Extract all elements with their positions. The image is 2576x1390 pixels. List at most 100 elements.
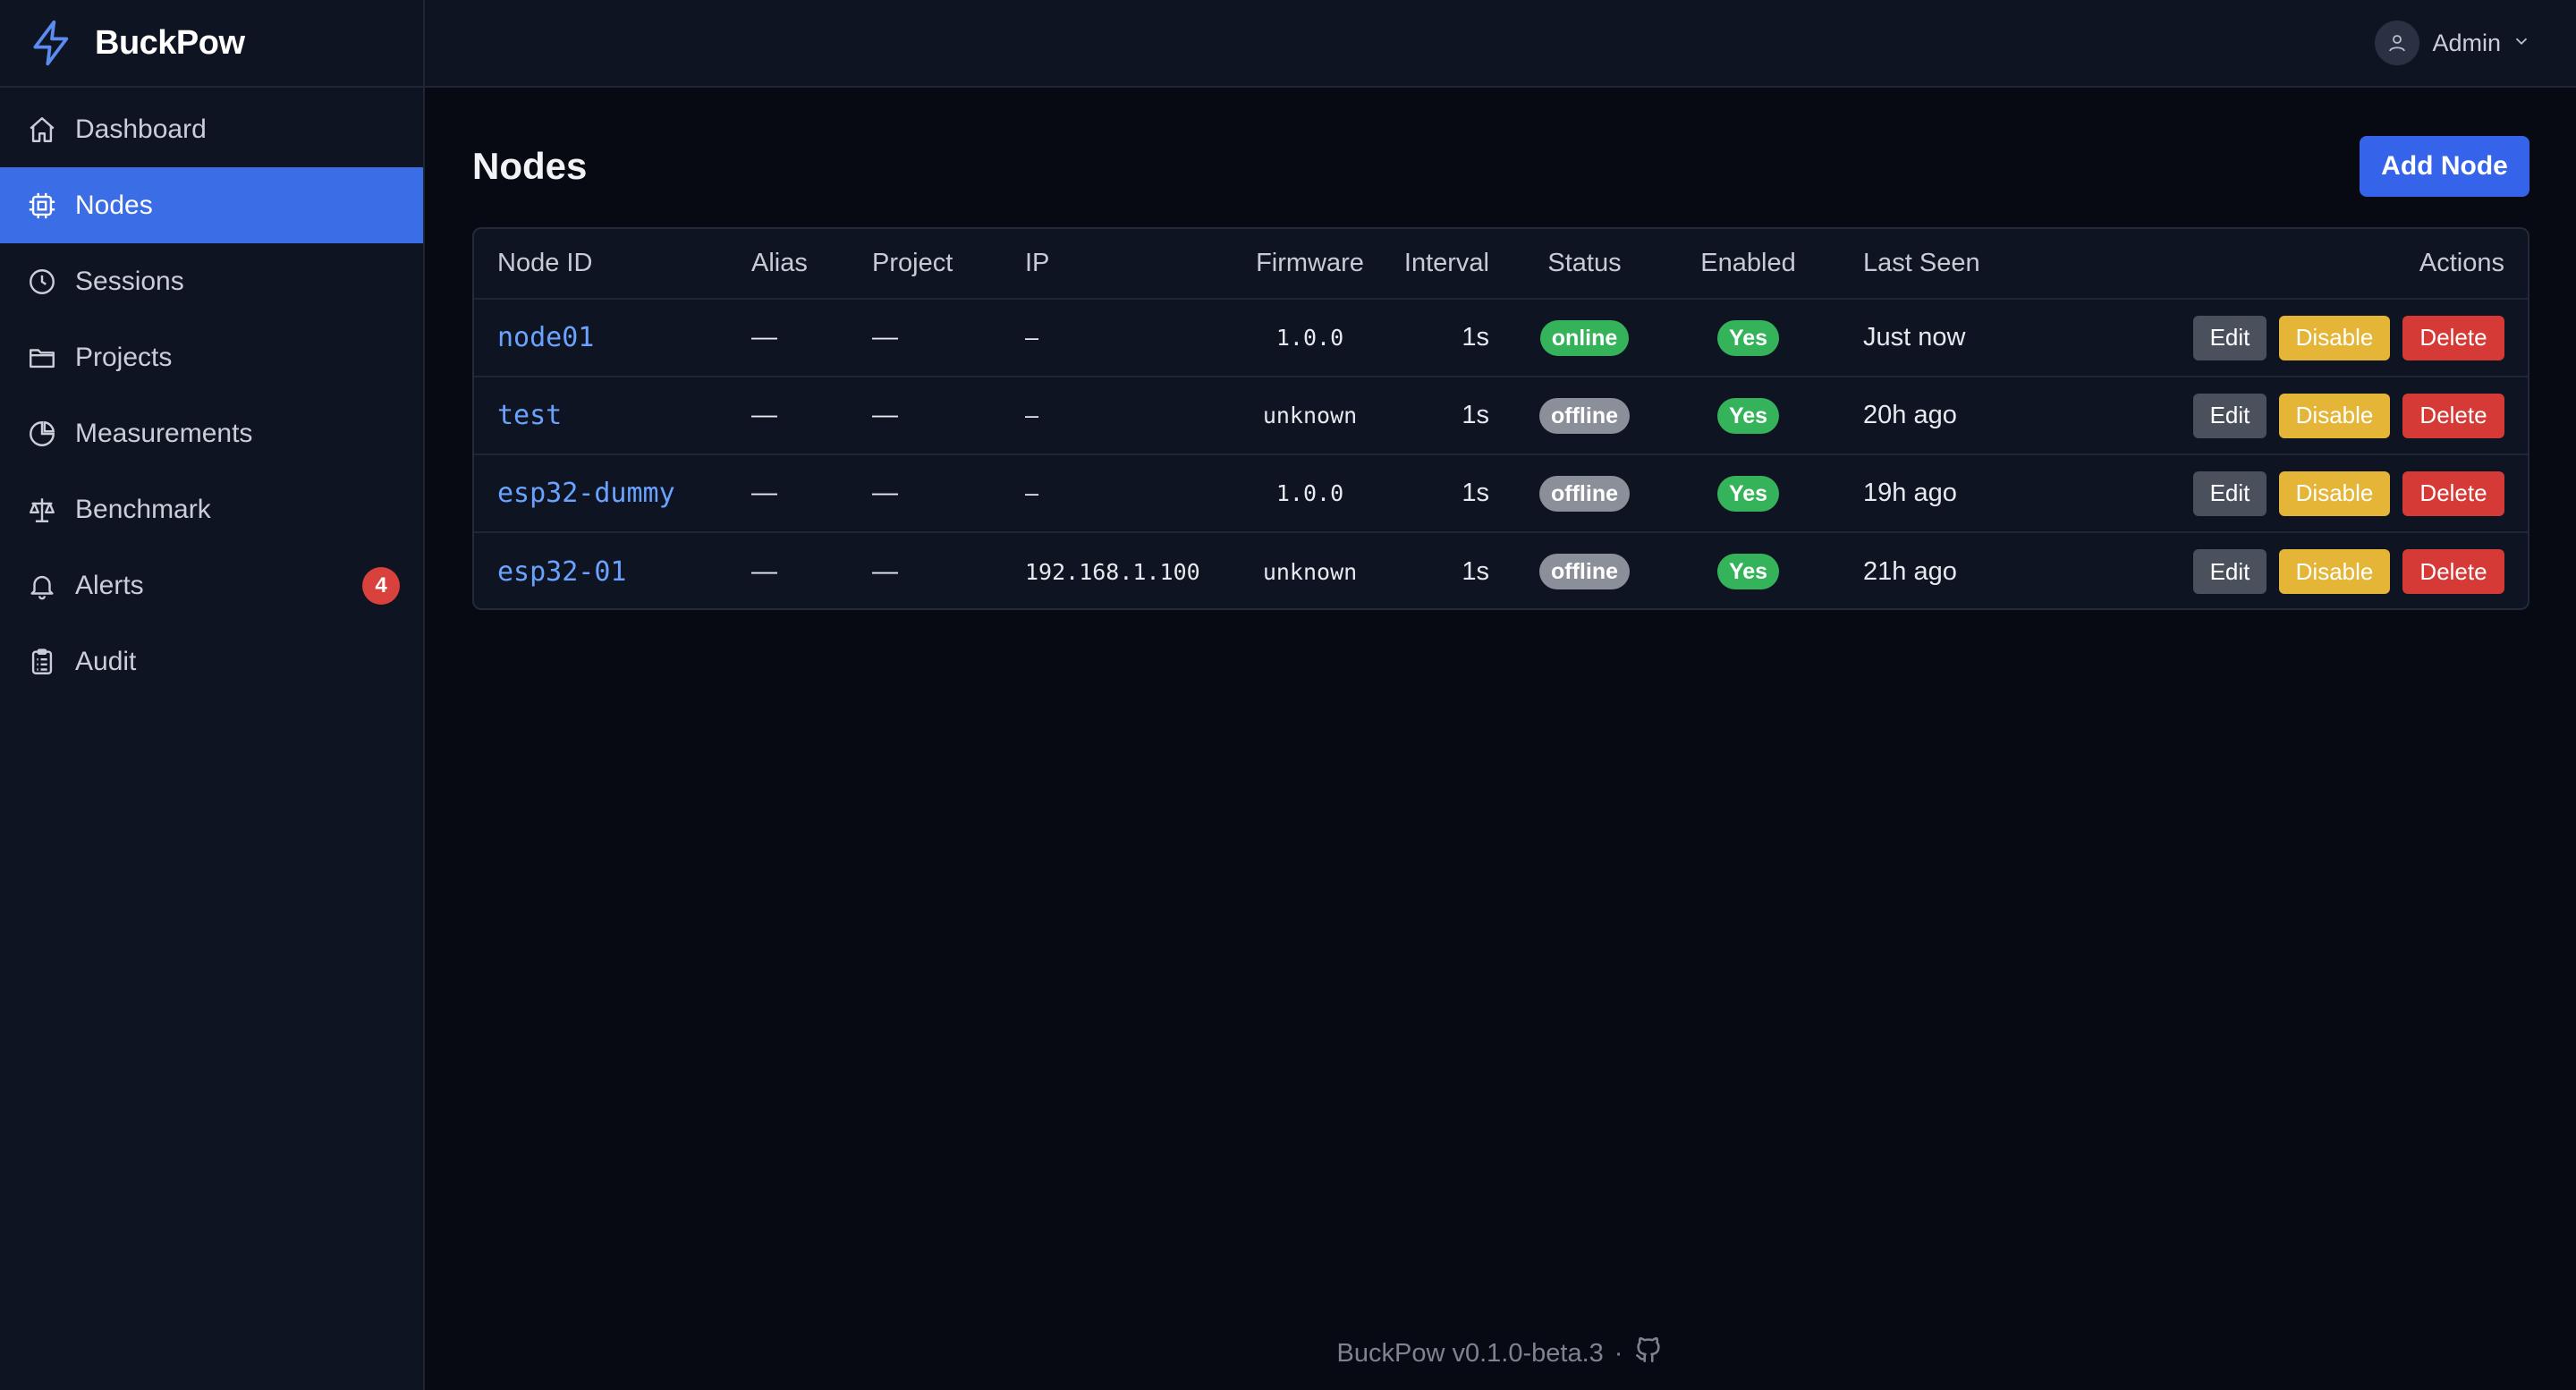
interval-cell: 1s (1462, 401, 1489, 429)
edit-button[interactable]: Edit (2193, 470, 2267, 516)
column-header-status[interactable]: Status (1513, 229, 1657, 299)
column-header-alias[interactable]: Alias (728, 229, 849, 299)
status-badge: online (1539, 319, 1630, 356)
row-actions: Edit Disable Delete (2193, 315, 2504, 360)
sidebar-item-label: Sessions (75, 266, 184, 296)
status-badge: offline (1539, 554, 1630, 589)
node-id-link[interactable]: esp32-01 (497, 556, 627, 588)
table-row: esp32-01 — — 192.168.1.100 unknown 1s of… (474, 532, 2528, 608)
user-icon (2375, 21, 2420, 65)
project-cell: — (872, 479, 898, 507)
sidebar-item-measurements[interactable]: Measurements (0, 395, 423, 471)
topbar: Admin (425, 0, 2576, 88)
github-icon[interactable] (1633, 1335, 1664, 1372)
disable-button[interactable]: Disable (2279, 470, 2390, 516)
sidebar-item-label: Alerts (75, 570, 144, 600)
column-header-firmware[interactable]: Firmware (1236, 229, 1384, 299)
sidebar-item-alerts[interactable]: Alerts 4 (0, 547, 423, 623)
delete-button[interactable]: Delete (2402, 393, 2504, 438)
disable-button[interactable]: Disable (2279, 315, 2390, 360)
enabled-badge: Yes (1716, 554, 1780, 589)
firmware-cell: unknown (1262, 558, 1358, 585)
column-header-last-seen[interactable]: Last Seen (1840, 229, 2095, 299)
add-node-button[interactable]: Add Node (2360, 136, 2529, 197)
sidebar-item-projects[interactable]: Projects (0, 319, 423, 395)
last-seen-cell: 20h ago (1863, 401, 1957, 429)
chip-icon (25, 189, 59, 223)
enabled-badge: Yes (1716, 475, 1780, 512)
last-seen-cell: 21h ago (1863, 556, 1957, 586)
last-seen-cell: Just now (1863, 323, 1966, 352)
pie-chart-icon (25, 417, 59, 451)
sidebar-item-label: Audit (75, 646, 137, 676)
ip-cell: – (1025, 480, 1039, 506)
alerts-count-badge: 4 (362, 566, 400, 605)
clock-icon (25, 265, 59, 299)
app: BuckPow Dashboard Nodes Sessions Project… (0, 0, 2576, 1390)
delete-button[interactable]: Delete (2402, 549, 2504, 594)
interval-cell: 1s (1462, 479, 1489, 507)
table-row: node01 — — – 1.0.0 1s online Yes Just no… (474, 299, 2528, 377)
sidebar-item-label: Projects (75, 342, 173, 372)
interval-cell: 1s (1462, 323, 1489, 352)
chevron-down-icon (2512, 31, 2531, 55)
ip-cell: 192.168.1.100 (1025, 558, 1200, 585)
version-text: BuckPow v0.1.0-beta.3 (1336, 1338, 1604, 1368)
table-row: esp32-dummy — — – 1.0.0 1s offline Yes 1… (474, 454, 2528, 532)
alias-cell: — (751, 401, 777, 429)
sidebar-item-label: Dashboard (75, 114, 207, 144)
sidebar-item-label: Benchmark (75, 494, 211, 524)
nodes-table: Node ID Alias Project IP Firmware Interv… (472, 227, 2529, 610)
firmware-cell: 1.0.0 (1275, 480, 1344, 506)
sidebar-item-audit[interactable]: Audit (0, 623, 423, 699)
status-badge: offline (1539, 475, 1630, 512)
enabled-badge: Yes (1716, 397, 1780, 434)
sidebar: BuckPow Dashboard Nodes Sessions Project… (0, 0, 425, 1390)
home-icon (25, 113, 59, 147)
user-name: Admin (2432, 29, 2501, 56)
user-menu[interactable]: Admin (2375, 21, 2531, 65)
sidebar-item-nodes[interactable]: Nodes (0, 167, 423, 243)
folder-icon (25, 341, 59, 375)
brand-name: BuckPow (95, 23, 245, 62)
alias-cell: — (751, 323, 777, 352)
delete-button[interactable]: Delete (2402, 470, 2504, 516)
column-header-enabled[interactable]: Enabled (1657, 229, 1840, 299)
node-id-link[interactable]: test (497, 400, 562, 431)
interval-cell: 1s (1462, 556, 1489, 586)
edit-button[interactable]: Edit (2193, 315, 2267, 360)
column-header-interval[interactable]: Interval (1384, 229, 1513, 299)
sidebar-item-label: Nodes (75, 190, 153, 220)
column-header-node-id[interactable]: Node ID (474, 229, 728, 299)
column-header-project[interactable]: Project (849, 229, 1002, 299)
disable-button[interactable]: Disable (2279, 549, 2390, 594)
firmware-cell: unknown (1262, 403, 1358, 428)
edit-button[interactable]: Edit (2193, 549, 2267, 594)
table-row: test — — – unknown 1s offline Yes 20h ag… (474, 377, 2528, 454)
sidebar-item-sessions[interactable]: Sessions (0, 243, 423, 319)
sidebar-item-dashboard[interactable]: Dashboard (0, 91, 423, 167)
main-content: Nodes Add Node Node ID Alias Project IP … (425, 88, 2576, 1390)
node-id-link[interactable]: esp32-dummy (497, 478, 675, 509)
column-header-ip[interactable]: IP (1002, 229, 1236, 299)
sidebar-nav: Dashboard Nodes Sessions Projects Measur… (0, 88, 423, 699)
sidebar-item-benchmark[interactable]: Benchmark (0, 471, 423, 547)
edit-button[interactable]: Edit (2193, 393, 2267, 438)
enabled-badge: Yes (1716, 319, 1780, 356)
footer-separator: · (1614, 1338, 1623, 1368)
disable-button[interactable]: Disable (2279, 393, 2390, 438)
status-badge: offline (1539, 397, 1630, 434)
scale-icon (25, 493, 59, 527)
clipboard-icon (25, 645, 59, 679)
project-cell: — (872, 556, 898, 586)
last-seen-cell: 19h ago (1863, 479, 1957, 507)
column-header-actions: Actions (2419, 249, 2504, 277)
alias-cell: — (751, 556, 777, 586)
delete-button[interactable]: Delete (2402, 315, 2504, 360)
table-header-row: Node ID Alias Project IP Firmware Interv… (474, 229, 2528, 299)
ip-cell: – (1025, 403, 1039, 428)
brand[interactable]: BuckPow (0, 0, 423, 88)
row-actions: Edit Disable Delete (2193, 549, 2504, 594)
node-id-link[interactable]: node01 (497, 322, 594, 353)
ip-cell: – (1025, 325, 1039, 351)
